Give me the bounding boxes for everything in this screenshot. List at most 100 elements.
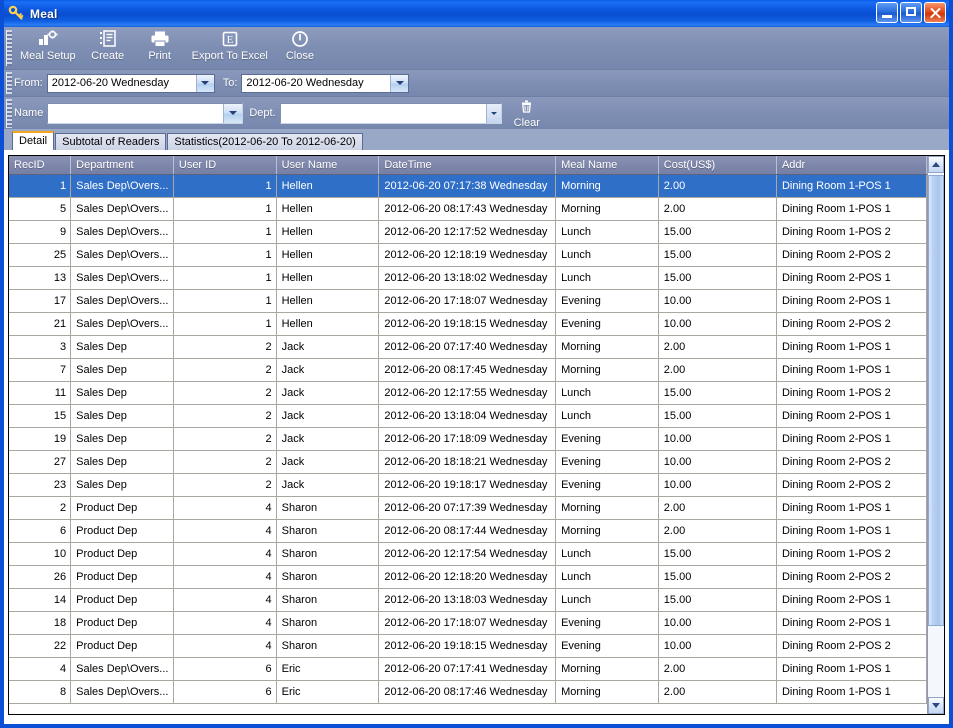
table-row[interactable]: 8 Sales Dep\Overs... 6 Eric 2012-06-20 08:17… [9,680,927,704]
table-row[interactable]: 5 Sales Dep\Overs... 1 Hellen 2012-06-20 08:… [9,197,927,221]
recid-cell: 3 [9,335,72,359]
column-header-cost[interactable]: Cost(US$) [658,156,777,175]
table-row[interactable]: 4 Sales Dep\Overs... 6 Eric 2012-06-20 07:17… [9,657,927,681]
column-header-username[interactable]: User Name [276,156,380,175]
mealname-cell: Morning [555,519,659,543]
addr-cell: Dining Room 1-POS 1 [776,358,927,382]
userid-cell: 1 [173,174,277,198]
table-row[interactable]: 14 Product Dep 4 Sharon 2012-06-20 13:18:03 … [9,588,927,612]
scroll-down-button[interactable] [928,697,944,714]
mealname-cell: Evening [555,634,659,658]
recid-cell: 21 [9,312,72,336]
username-cell: Jack [276,381,380,405]
table-row[interactable]: 25 Sales Dep\Overs... 1 Hellen 2012-06-20 12… [9,243,927,267]
table-row[interactable]: 18 Product Dep 4 Sharon 2012-06-20 17:18:07 … [9,611,927,635]
recid-cell: 23 [9,473,72,497]
date-filter-grip[interactable] [6,72,12,94]
table-row[interactable]: 7 Sales Dep 2 Jack 2012-06-20 08:17:45 Wedne… [9,358,927,382]
table-row[interactable]: 19 Sales Dep 2 Jack 2012-06-20 17:18:09 Wedn… [9,427,927,451]
table-row[interactable]: 22 Product Dep 4 Sharon 2012-06-20 19:18:15 … [9,634,927,658]
tab-subtotal-of-readers[interactable]: Subtotal of Readers [55,133,167,150]
table-row[interactable]: 23 Sales Dep 2 Jack 2012-06-20 19:18:17 Wedn… [9,473,927,497]
scroll-up-button[interactable] [928,156,944,173]
name-chevron-down-icon[interactable] [223,103,243,123]
recid-cell: 22 [9,634,72,658]
title-bar: Meal [4,0,949,27]
recid-cell: 9 [9,220,72,244]
dept-combobox[interactable] [279,102,502,124]
table-row[interactable]: 17 Sales Dep\Overs... 1 Hellen 2012-06-20 17… [9,289,927,313]
table-row[interactable]: 15 Sales Dep 2 Jack 2012-06-20 13:18:04 Wedn… [9,404,927,428]
column-header-datetime[interactable]: DateTime [378,156,557,175]
close-toolbar-button[interactable]: Close [274,27,326,62]
cost-cell: 2.00 [658,358,777,382]
addr-cell: Dining Room 2-POS 2 [776,473,927,497]
datetime-cell: 2012-06-20 19:18:15 Wednesday [378,312,557,336]
tab-strip: Detail Subtotal of Readers Statistics(20… [4,131,949,150]
toolbar-grip[interactable] [6,30,12,66]
column-header-recid[interactable]: RecID [9,156,72,175]
table-row[interactable]: 9 Sales Dep\Overs... 1 Hellen 2012-06-20 12:… [9,220,927,244]
table-row[interactable]: 10 Product Dep 4 Sharon 2012-06-20 12:17:54 … [9,542,927,566]
clear-button[interactable]: Clear [514,98,540,129]
to-date-chevron-down-icon[interactable] [390,74,409,92]
dept-chevron-down-icon[interactable] [485,103,501,123]
table-row[interactable]: 13 Sales Dep\Overs... 1 Hellen 2012-06-20 13… [9,266,927,290]
cost-cell: 2.00 [658,680,777,704]
cost-cell: 15.00 [658,220,777,244]
column-header-addr[interactable]: Addr [776,156,927,175]
table-row[interactable]: 2 Product Dep 4 Sharon 2012-06-20 07:17:39 W… [9,496,927,520]
recid-cell: 18 [9,611,72,635]
datetime-cell: 2012-06-20 13:18:03 Wednesday [378,588,557,612]
tab-statistics[interactable]: Statistics(2012-06-20 To 2012-06-20) [167,133,363,150]
from-date-picker[interactable]: 2012-06-20 Wednesday [46,73,215,93]
export-to-excel-button[interactable]: E Export To Excel [186,27,274,62]
table-row[interactable]: 11 Sales Dep 2 Jack 2012-06-20 12:17:55 Wedn… [9,381,927,405]
column-header-mealname[interactable]: Meal Name [555,156,659,175]
table-row[interactable]: 21 Sales Dep\Overs... 1 Hellen 2012-06-20 19… [9,312,927,336]
datetime-cell: 2012-06-20 19:18:15 Wednesday [378,634,557,658]
meal-setup-button[interactable]: Meal Setup [14,27,82,62]
addr-cell: Dining Room 1-POS 1 [776,174,927,198]
scrollbar-thumb[interactable] [928,175,944,626]
recid-cell: 2 [9,496,72,520]
username-cell: Sharon [276,634,380,658]
maximize-button[interactable] [900,2,922,23]
create-button[interactable]: Create [82,27,134,62]
datetime-cell: 2012-06-20 17:18:07 Wednesday [378,611,557,635]
print-button[interactable]: Print [134,27,186,62]
username-cell: Jack [276,404,380,428]
column-header-department[interactable]: Department [70,156,174,175]
userid-cell: 4 [173,519,277,543]
table-row[interactable]: 26 Product Dep 4 Sharon 2012-06-20 12:18:20 … [9,565,927,589]
userid-cell: 4 [173,588,277,612]
minimize-button[interactable] [876,2,898,23]
table-row[interactable]: 1 Sales Dep\Overs... 1 Hellen 2012-06-20 07:… [9,174,927,198]
mealname-cell: Lunch [555,266,659,290]
datetime-cell: 2012-06-20 07:17:39 Wednesday [378,496,557,520]
scrollbar-track[interactable] [928,173,944,697]
name-filter-grip[interactable] [6,99,12,128]
username-cell: Jack [276,473,380,497]
column-header-userid[interactable]: User ID [173,156,277,175]
table-row[interactable]: 6 Product Dep 4 Sharon 2012-06-20 08:17:44 W… [9,519,927,543]
vertical-scrollbar[interactable] [927,156,944,714]
recid-cell: 5 [9,197,72,221]
tab-detail[interactable]: Detail [12,131,55,150]
userid-cell: 1 [173,266,277,290]
excel-icon: E [221,29,239,49]
datetime-cell: 2012-06-20 12:18:19 Wednesday [378,243,557,267]
dept-input[interactable] [280,103,486,123]
to-date-picker[interactable]: 2012-06-20 Wednesday [241,73,410,93]
name-combobox[interactable] [47,102,244,124]
datetime-cell: 2012-06-20 07:17:40 Wednesday [378,335,557,359]
table-header: RecID Department User ID User Name DateT… [9,156,927,175]
from-date-chevron-down-icon[interactable] [195,74,214,92]
name-input[interactable] [48,103,224,123]
table-row[interactable]: 3 Sales Dep 2 Jack 2012-06-20 07:17:40 Wedne… [9,335,927,359]
close-button[interactable] [924,2,946,23]
datetime-cell: 2012-06-20 13:18:02 Wednesday [378,266,557,290]
cost-cell: 10.00 [658,450,777,474]
table-row[interactable]: 27 Sales Dep 2 Jack 2012-06-20 18:18:21 Wedn… [9,450,927,474]
datetime-cell: 2012-06-20 07:17:38 Wednesday [378,174,557,198]
